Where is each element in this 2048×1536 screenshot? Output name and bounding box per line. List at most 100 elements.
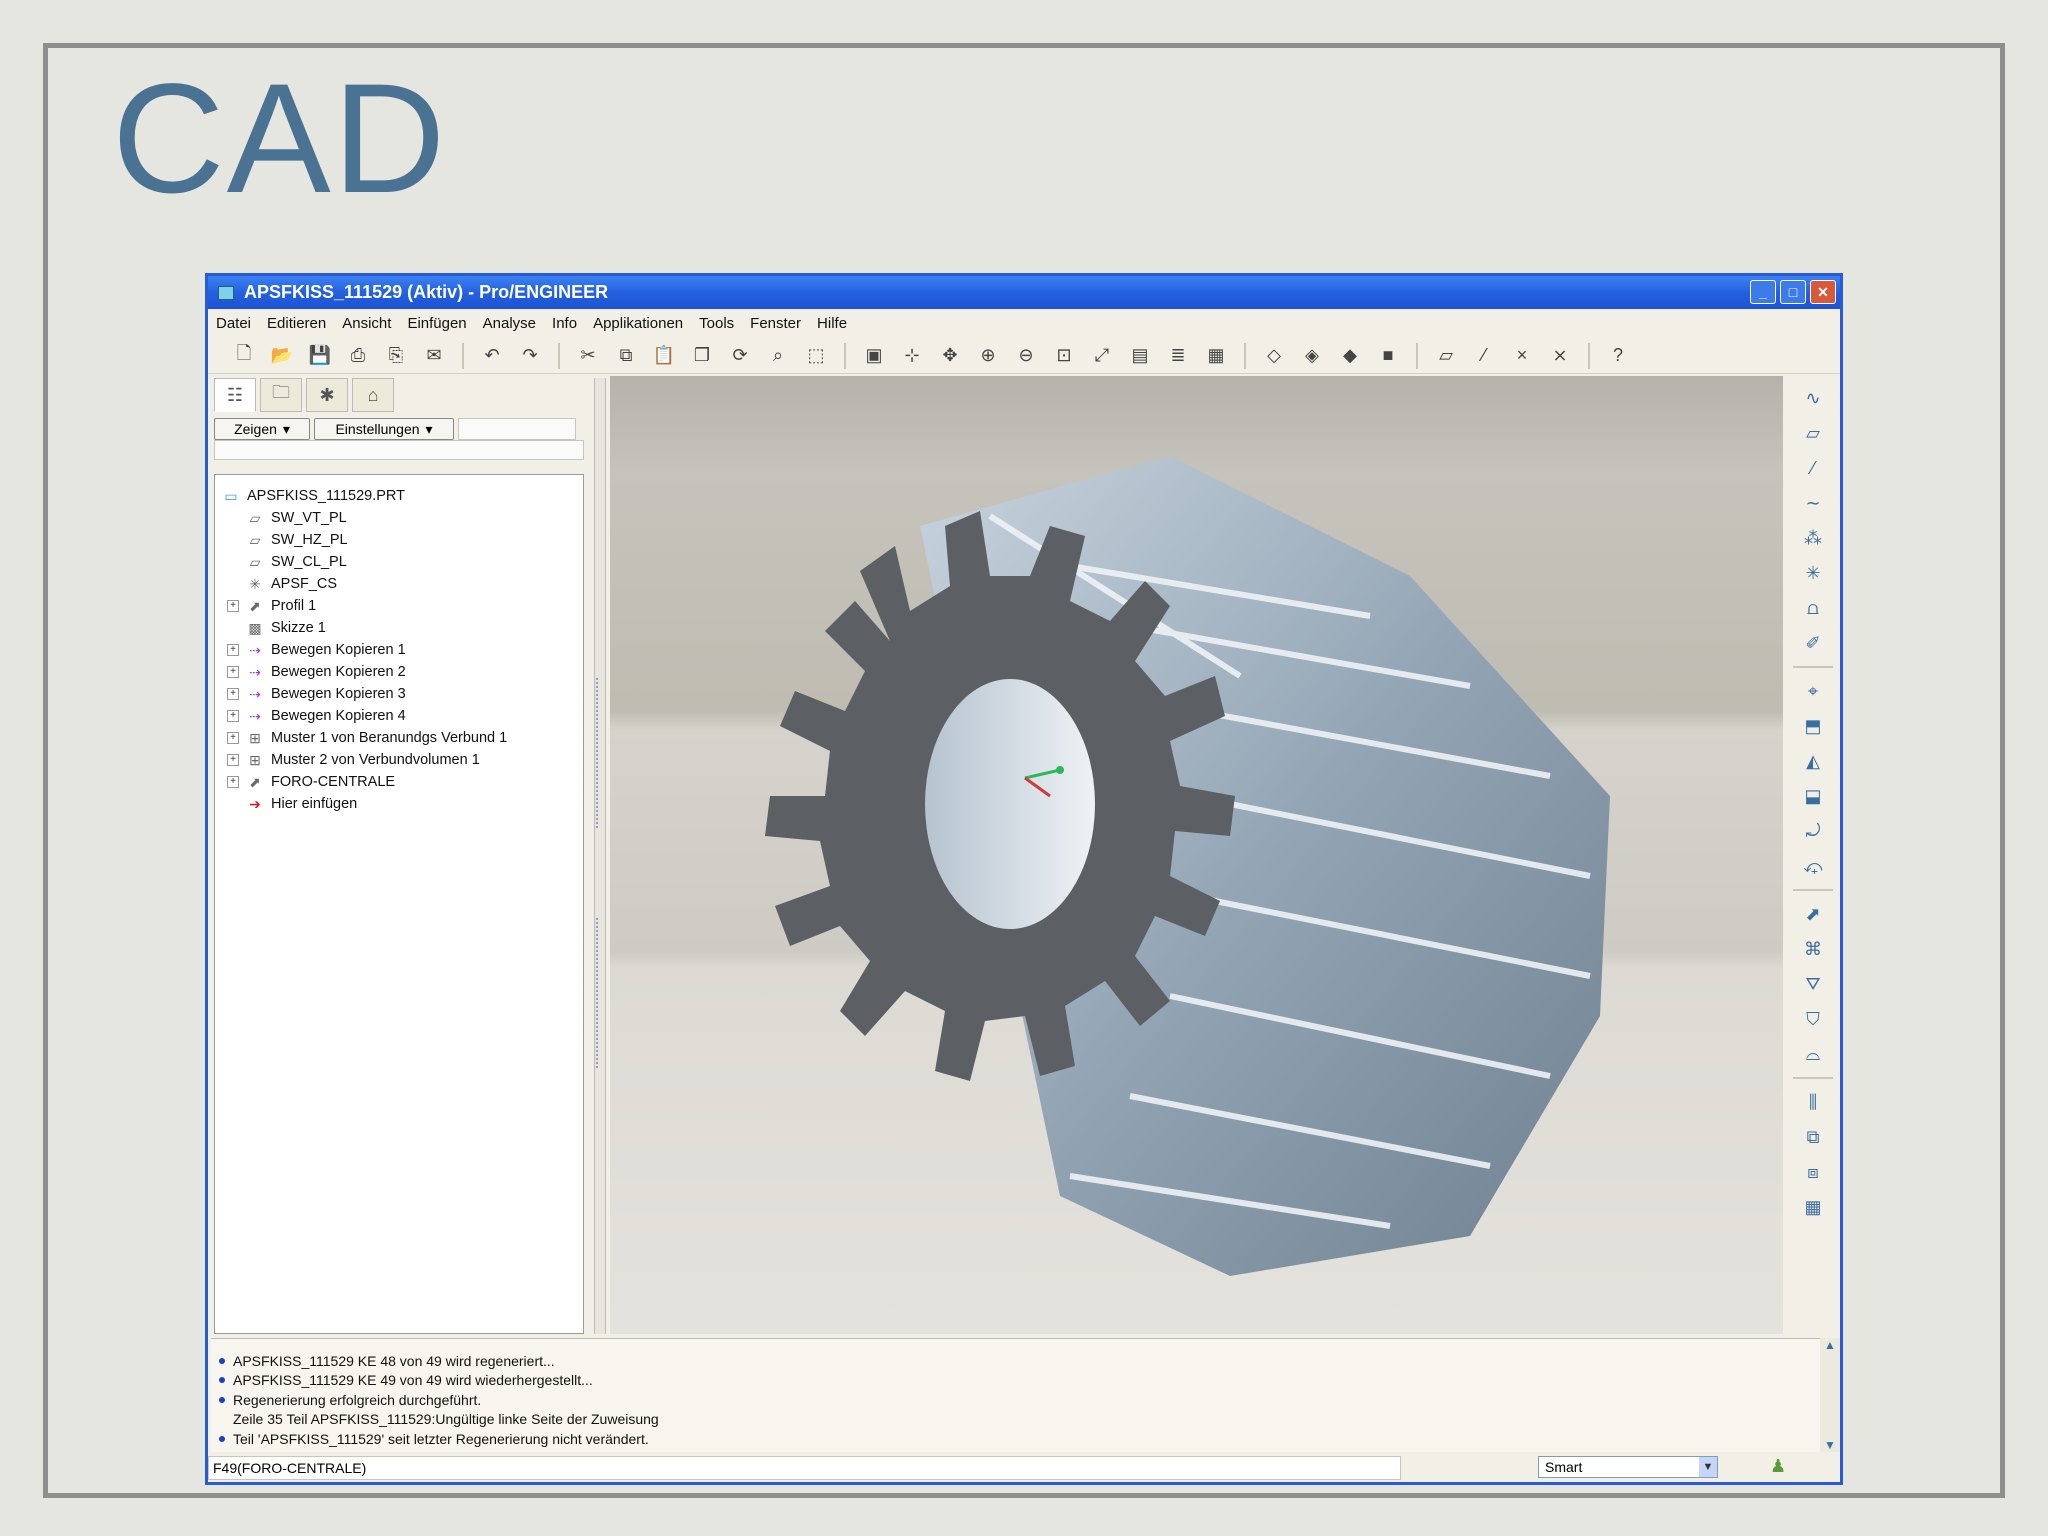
- close-button[interactable]: ✕: [1810, 280, 1836, 304]
- reorient-icon[interactable]: ⤢: [1088, 343, 1116, 369]
- maximize-button[interactable]: □: [1780, 280, 1806, 304]
- spin-center-icon[interactable]: ⊹: [898, 343, 926, 369]
- mirror-icon[interactable]: ⫼: [1800, 1090, 1826, 1114]
- panel-splitter[interactable]: [594, 378, 606, 1334]
- copy-icon[interactable]: ⧉: [612, 343, 640, 369]
- menu-item-applikationen[interactable]: Applikationen: [593, 315, 683, 332]
- redo-icon[interactable]: ↷: [516, 343, 544, 369]
- tree-item[interactable]: ▱ SW_VT_PL: [215, 507, 583, 529]
- regenerate-icon[interactable]: ⟳: [726, 343, 754, 369]
- rib-icon[interactable]: ⛛: [1800, 972, 1826, 996]
- folder-browser-tab[interactable]: 🗀: [260, 378, 302, 412]
- expand-icon[interactable]: +: [227, 666, 239, 678]
- hole-tool-icon[interactable]: ⤽: [1800, 854, 1826, 878]
- model-tree-tab[interactable]: ☷: [214, 378, 256, 412]
- menu-item-info[interactable]: Info: [552, 315, 577, 332]
- tree-item[interactable]: ▱ SW_CL_PL: [215, 551, 583, 573]
- tree-item[interactable]: ▱ SW_HZ_PL: [215, 529, 583, 551]
- sketch-tool-icon[interactable]: ✐: [1800, 631, 1826, 655]
- expand-icon[interactable]: +: [227, 732, 239, 744]
- view-manager-icon[interactable]: ▦: [1202, 343, 1230, 369]
- scroll-down-icon[interactable]: ▼: [1820, 1438, 1840, 1452]
- datum-planes-icon[interactable]: ▱: [1432, 343, 1460, 369]
- datum-point-tool-icon[interactable]: ⁂: [1800, 526, 1826, 550]
- expand-icon[interactable]: +: [227, 644, 239, 656]
- status-light-icon[interactable]: ♟: [1770, 1456, 1792, 1478]
- shell-icon[interactable]: ⌘: [1800, 937, 1826, 961]
- orient-icon[interactable]: ✥: [936, 343, 964, 369]
- minimize-button[interactable]: _: [1750, 280, 1776, 304]
- tree-item[interactable]: ➔ Hier einfügen: [215, 793, 583, 815]
- menu-item-hilfe[interactable]: Hilfe: [817, 315, 847, 332]
- refit-icon[interactable]: ⊡: [1050, 343, 1078, 369]
- hidden-line-icon[interactable]: ◈: [1298, 343, 1326, 369]
- favorites-tab[interactable]: ✱: [306, 378, 348, 412]
- tree-item[interactable]: + ⬈ Profil 1: [215, 595, 583, 617]
- draft-icon[interactable]: ⛉: [1800, 1007, 1826, 1031]
- cut-icon[interactable]: ✂: [574, 343, 602, 369]
- placement-icon[interactable]: ⌖: [1800, 679, 1826, 703]
- tree-item[interactable]: ▭ APSFKISS_111529.PRT: [215, 485, 583, 507]
- trim-icon[interactable]: ⧈: [1800, 1160, 1826, 1184]
- layers-icon[interactable]: ≣: [1164, 343, 1192, 369]
- merge-icon[interactable]: ⧉: [1800, 1125, 1826, 1149]
- tree-item[interactable]: + ⇢ Bewegen Kopieren 1: [215, 639, 583, 661]
- print-preview-icon[interactable]: ⎘: [382, 343, 410, 369]
- selection-filter[interactable]: Smart ▼: [1538, 1456, 1718, 1478]
- show-dropdown[interactable]: Zeigen ▾: [214, 418, 310, 440]
- sketched-curve-icon[interactable]: ∿: [1800, 386, 1826, 410]
- menu-item-analyse[interactable]: Analyse: [483, 315, 536, 332]
- menu-item-einfügen[interactable]: Einfügen: [407, 315, 466, 332]
- window-titlebar[interactable]: APSFKISS_111529 (Aktiv) - Pro/ENGINEER _…: [208, 276, 1840, 309]
- saved-views-icon[interactable]: ▤: [1126, 343, 1154, 369]
- tree-item[interactable]: ✳ APSF_CS: [215, 573, 583, 595]
- datum-curve-icon[interactable]: ∼: [1800, 491, 1826, 515]
- sweep-icon[interactable]: ⬓: [1800, 784, 1826, 808]
- tree-item[interactable]: + ⊞ Muster 2 von Verbundvolumen 1: [215, 749, 583, 771]
- menu-item-tools[interactable]: Tools: [699, 315, 734, 332]
- expand-icon[interactable]: +: [227, 710, 239, 722]
- tree-item[interactable]: ▩ Skizze 1: [215, 617, 583, 639]
- chamfer-icon[interactable]: ⌓: [1800, 1042, 1826, 1066]
- web-browser-tab[interactable]: ⌂: [352, 378, 394, 412]
- chevron-down-icon[interactable]: ▼: [1699, 1457, 1717, 1477]
- select-box-icon[interactable]: ⬚: [802, 343, 830, 369]
- extrude-icon[interactable]: ⬒: [1800, 714, 1826, 738]
- tree-item[interactable]: + ⇢ Bewegen Kopieren 4: [215, 705, 583, 727]
- message-scrollbar[interactable]: ▲ ▼: [1820, 1338, 1840, 1452]
- wireframe-icon[interactable]: ◇: [1260, 343, 1288, 369]
- datum-plane-tool-icon[interactable]: ▱: [1800, 421, 1826, 445]
- paste-special-icon[interactable]: ❐: [688, 343, 716, 369]
- undo-icon[interactable]: ↶: [478, 343, 506, 369]
- open-icon[interactable]: 📂: [268, 343, 296, 369]
- tree-filter-box[interactable]: [458, 418, 576, 440]
- graphics-viewport[interactable]: [610, 376, 1783, 1334]
- expand-icon[interactable]: +: [227, 600, 239, 612]
- context-help-icon[interactable]: ?: [1604, 343, 1632, 369]
- expand-icon[interactable]: +: [227, 754, 239, 766]
- menu-item-datei[interactable]: Datei: [216, 315, 251, 332]
- repaint-icon[interactable]: ▣: [860, 343, 888, 369]
- expand-icon[interactable]: +: [227, 776, 239, 788]
- zoom-out-icon[interactable]: ⊖: [1012, 343, 1040, 369]
- datum-axes-icon[interactable]: ⁄: [1470, 343, 1498, 369]
- round-icon[interactable]: ⬈: [1800, 902, 1826, 926]
- scroll-up-icon[interactable]: ▲: [1820, 1338, 1840, 1352]
- tree-item[interactable]: + ⇢ Bewegen Kopieren 2: [215, 661, 583, 683]
- menu-item-ansicht[interactable]: Ansicht: [342, 315, 391, 332]
- pattern-tool-icon[interactable]: ▦: [1800, 1195, 1826, 1219]
- menu-item-editieren[interactable]: Editieren: [267, 315, 326, 332]
- find-icon[interactable]: ⌕: [764, 343, 792, 369]
- datum-axis-tool-icon[interactable]: ⁄: [1800, 456, 1826, 480]
- settings-dropdown[interactable]: Einstellungen ▾: [314, 418, 454, 440]
- new-icon[interactable]: 🗋: [230, 343, 258, 369]
- expand-icon[interactable]: +: [227, 688, 239, 700]
- coordinate-systems-icon[interactable]: ⨯: [1546, 343, 1574, 369]
- coordinate-system-tool-icon[interactable]: ✳: [1800, 561, 1826, 585]
- tree-item[interactable]: + ⊞ Muster 1 von Beranundgs Verbund 1: [215, 727, 583, 749]
- save-icon[interactable]: 💾: [306, 343, 334, 369]
- analysis-icon[interactable]: ⩍: [1800, 596, 1826, 620]
- zoom-in-icon[interactable]: ⊕: [974, 343, 1002, 369]
- menu-item-fenster[interactable]: Fenster: [750, 315, 801, 332]
- datum-points-icon[interactable]: ×: [1508, 343, 1536, 369]
